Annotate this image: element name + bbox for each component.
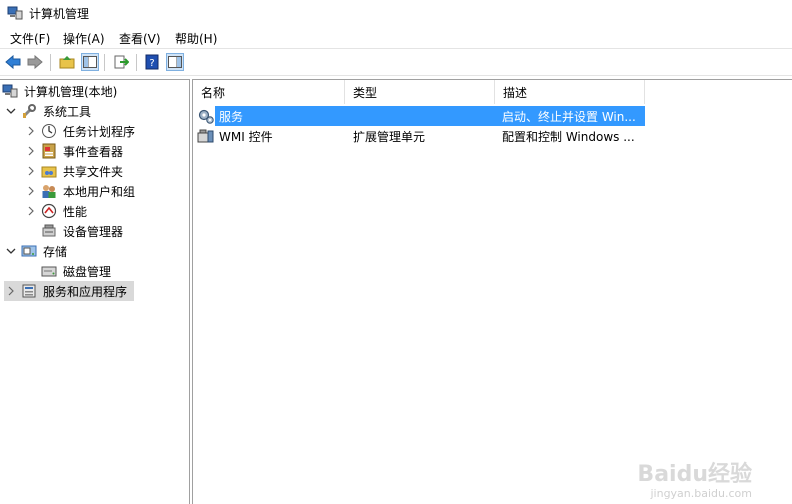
tree-label: 计算机管理(本地) [24, 84, 118, 99]
tree-label: 本地用户和组 [63, 184, 136, 199]
device-manager-icon [41, 223, 57, 239]
list-item-type: 扩展管理单元 [353, 129, 426, 144]
list-item-description: 启动、终止并设置 Win... [502, 109, 636, 124]
chevron-right-icon[interactable] [4, 284, 18, 298]
export-list-icon[interactable] [112, 53, 130, 71]
wmi-icon [197, 126, 215, 146]
chevron-down-icon[interactable] [4, 104, 18, 118]
disk-icon [41, 263, 57, 279]
storage-icon [21, 243, 37, 259]
tree-label: 系统工具 [43, 104, 92, 119]
tree-item-root[interactable]: 计算机管理(本地) [2, 81, 119, 101]
menu-file[interactable]: 文件(F) [10, 30, 50, 47]
tree-label: 存储 [43, 244, 68, 259]
tree-item-event-viewer[interactable]: 事件查看器 [24, 141, 125, 161]
menu-bar: 文件(F) 操作(A) 查看(V) 帮助(H) [0, 26, 792, 48]
tree-label: 共享文件夹 [63, 164, 124, 179]
tree-item-local-users[interactable]: 本地用户和组 [24, 181, 137, 201]
services-apps-icon [21, 283, 37, 299]
baidu-watermark-logo: Baidu经验 [637, 462, 752, 487]
chevron-right-icon[interactable] [24, 124, 38, 138]
menu-action[interactable]: 操作(A) [63, 30, 105, 47]
tree-item-system-tools[interactable]: 系统工具 [4, 101, 93, 121]
tree-item-performance[interactable]: 性能 [24, 201, 89, 221]
tree-label: 任务计划程序 [63, 124, 136, 139]
tree-label: 设备管理器 [63, 224, 124, 239]
chevron-right-icon[interactable] [24, 144, 38, 158]
title-bar: 计算机管理 [0, 0, 792, 26]
event-viewer-icon [41, 143, 57, 159]
computer-management-icon [7, 5, 23, 21]
chevron-right-icon[interactable] [24, 204, 38, 218]
clock-icon [41, 123, 57, 139]
list-item-wmi[interactable]: WMI 控件 扩展管理单元 配置和控制 Windows ... [193, 126, 645, 146]
chevron-down-icon[interactable] [4, 244, 18, 258]
tree-item-task-scheduler[interactable]: 任务计划程序 [24, 121, 137, 141]
tree-item-storage[interactable]: 存储 [4, 241, 69, 261]
toolbar: ? [0, 48, 792, 76]
users-icon [41, 183, 57, 199]
help-icon[interactable]: ? [143, 53, 161, 71]
column-header-description[interactable]: 描述 [495, 80, 645, 104]
computer-management-icon [2, 83, 18, 99]
shared-folder-icon [41, 163, 57, 179]
back-arrow-icon[interactable] [4, 53, 22, 71]
chevron-right-icon[interactable] [24, 184, 38, 198]
list-item-type [353, 106, 493, 126]
tree-item-shared-folders[interactable]: 共享文件夹 [24, 161, 125, 181]
list-item-services[interactable]: 服务 启动、终止并设置 Win... [193, 106, 645, 126]
gears-icon [197, 106, 215, 126]
chevron-right-icon[interactable] [24, 164, 38, 178]
tools-icon [21, 103, 37, 119]
results-list: 名称 类型 描述 服务 启动、终止并设置 Win... WMI 控件 扩展管理单… [192, 79, 792, 504]
tree-label: 事件查看器 [63, 144, 124, 159]
window-title: 计算机管理 [29, 7, 90, 21]
menu-view[interactable]: 查看(V) [119, 30, 161, 47]
show-action-pane-icon[interactable] [166, 53, 184, 71]
show-hide-tree-icon[interactable] [81, 53, 99, 71]
column-header-name[interactable]: 名称 [193, 80, 345, 104]
tree-label: 性能 [63, 204, 88, 219]
svg-text:?: ? [149, 58, 154, 69]
forward-arrow-icon[interactable] [26, 53, 44, 71]
console-tree: 计算机管理(本地) 系统工具 任务计划程序 事件查看器 共享文件夹 本地用户和组… [0, 79, 190, 504]
menu-help[interactable]: 帮助(H) [175, 30, 217, 47]
performance-icon [41, 203, 57, 219]
column-header-type[interactable]: 类型 [345, 80, 495, 104]
list-item-name: 服务 [219, 109, 244, 124]
tree-item-disk-management[interactable]: 磁盘管理 [38, 261, 113, 281]
tree-item-device-manager[interactable]: 设备管理器 [38, 221, 125, 241]
tree-label: 服务和应用程序 [43, 284, 128, 299]
list-item-name: WMI 控件 [219, 129, 273, 144]
tree-item-services-apps[interactable]: 服务和应用程序 [4, 281, 134, 301]
tree-label: 磁盘管理 [63, 264, 112, 279]
up-folder-icon[interactable] [58, 53, 76, 71]
baidu-watermark-url: jingyan.baidu.com [650, 487, 752, 500]
list-item-description: 配置和控制 Windows ... [502, 129, 635, 144]
